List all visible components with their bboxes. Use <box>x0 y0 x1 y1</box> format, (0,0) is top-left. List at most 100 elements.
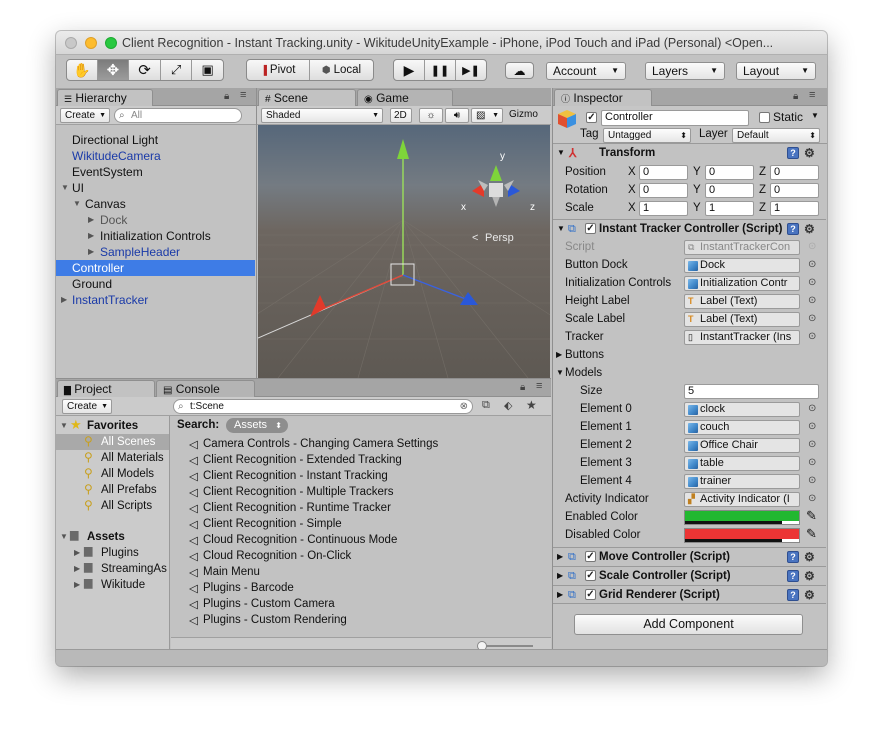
static-checkbox[interactable] <box>759 112 770 123</box>
2d-toggle-button[interactable]: 2D <box>390 108 412 123</box>
gear-icon[interactable]: ⚙ <box>804 589 815 601</box>
maximize-window-button[interactable] <box>105 37 117 49</box>
initialization-controls-field[interactable]: Initialization Contr <box>684 276 800 291</box>
component-enabled-checkbox[interactable]: ✓ <box>585 223 596 234</box>
pause-button[interactable]: ❚❚ <box>425 60 456 80</box>
expanded-triangle-icon[interactable]: ▼ <box>60 529 70 545</box>
add-component-button[interactable]: Add Component <box>574 614 803 635</box>
move-controller-header[interactable]: ▶ ⧉ ✓ Move Controller (Script) ? ⚙ <box>553 547 826 566</box>
collapsed-triangle-icon[interactable]: ▶ <box>74 561 84 577</box>
list-item[interactable]: ◁ Plugins - Custom Rendering <box>189 612 347 628</box>
active-checkbox[interactable]: ✓ <box>586 112 597 123</box>
hierarchy-item[interactable]: Dock <box>100 212 127 228</box>
scene-viewport[interactable]: y x z < Persp <box>258 125 550 378</box>
element-field[interactable]: table <box>684 456 800 471</box>
chevron-down-icon[interactable]: ▼ <box>811 111 819 120</box>
gear-icon[interactable]: ⚙ <box>804 147 815 159</box>
position-y-field[interactable]: 0 <box>705 165 754 180</box>
scale-label-field[interactable]: T Label (Text) <box>684 312 800 327</box>
models-size-field[interactable]: 5 <box>684 384 819 399</box>
gear-icon[interactable]: ⚙ <box>804 223 815 235</box>
object-name-input[interactable]: Controller <box>601 110 749 126</box>
tab-game[interactable]: ◉ Game <box>357 89 453 106</box>
tab-scene[interactable]: # Scene <box>258 89 356 106</box>
object-picker-icon[interactable]: ⊙ <box>808 402 816 416</box>
collapsed-triangle-icon[interactable]: ▶ <box>74 545 84 561</box>
eyedropper-icon[interactable]: ✎ <box>806 526 817 542</box>
lock-icon[interactable]: 🔒︎ <box>793 91 798 102</box>
tracker-controller-header[interactable]: ▼ ⧉ ✓ Instant Tracker Controller (Script… <box>553 219 826 238</box>
project-search-input[interactable]: ⌕ t:Scene ⊗ <box>173 399 473 414</box>
list-item[interactable]: ◁ Camera Controls - Changing Camera Setti… <box>189 436 438 452</box>
favorite-item-selected[interactable]: All Scenes <box>101 434 155 450</box>
tab-project[interactable]: ▇ Project <box>57 380 155 397</box>
lighting-toggle-button[interactable]: ☼ <box>419 108 443 123</box>
object-picker-icon[interactable]: ⊙ <box>808 276 816 290</box>
object-picker-icon[interactable]: ⊙ <box>808 456 816 470</box>
help-icon[interactable]: ? <box>787 570 799 582</box>
scale-controller-header[interactable]: ▶ ⧉ ✓ Scale Controller (Script) ? ⚙ <box>553 566 826 585</box>
help-icon[interactable]: ? <box>787 551 799 563</box>
list-item[interactable]: ◁ Plugins - Barcode <box>189 580 294 596</box>
rect-tool-button[interactable]: ▣ <box>192 60 223 80</box>
clear-search-icon[interactable]: ⊗ <box>460 400 468 413</box>
hierarchy-item-selected[interactable]: Controller <box>72 260 124 276</box>
element-field[interactable]: Office Chair <box>684 438 800 453</box>
hierarchy-item[interactable]: Initialization Controls <box>100 228 211 244</box>
hierarchy-item[interactable]: InstantTracker <box>72 292 148 308</box>
list-item[interactable]: ◁ Cloud Recognition - On-Click <box>189 548 351 564</box>
persp-label[interactable]: Persp <box>485 232 514 244</box>
object-picker-icon[interactable]: ⊙ <box>808 258 816 272</box>
hierarchy-search-input[interactable]: ⌕ All <box>114 108 242 123</box>
hand-tool-button[interactable]: ✋ <box>67 60 98 80</box>
component-enabled-checkbox[interactable]: ✓ <box>585 551 596 562</box>
panel-menu-icon[interactable]: ≡ <box>536 380 542 392</box>
help-icon[interactable]: ? <box>787 589 799 601</box>
eyedropper-icon[interactable]: ✎ <box>806 508 817 524</box>
favorite-item[interactable]: All Materials <box>101 450 164 466</box>
hierarchy-item[interactable]: WikitudeCamera <box>72 148 161 164</box>
layout-dropdown[interactable]: Layout ▼ <box>736 62 816 80</box>
collapsed-triangle-icon[interactable]: ▶ <box>88 212 98 228</box>
collapsed-triangle-icon[interactable]: ▶ <box>88 244 98 260</box>
object-picker-icon[interactable]: ⊙ <box>808 438 816 452</box>
component-enabled-checkbox[interactable]: ✓ <box>585 589 596 600</box>
favorite-item[interactable]: All Scripts <box>101 498 152 514</box>
close-window-button[interactable] <box>65 37 77 49</box>
layers-dropdown[interactable]: Layers ▼ <box>645 62 725 80</box>
scale-y-field[interactable]: 1 <box>705 201 754 216</box>
hierarchy-item[interactable]: SampleHeader <box>100 244 180 260</box>
asset-folder[interactable]: Plugins <box>101 545 139 561</box>
grid-renderer-header[interactable]: ▶ ⧉ ✓ Grid Renderer (Script) ? ⚙ <box>553 585 826 604</box>
tracker-field[interactable]: ▯ InstantTracker (Ins <box>684 330 800 345</box>
step-button[interactable]: ▶❚ <box>456 60 486 80</box>
expanded-triangle-icon[interactable]: ▼ <box>61 180 71 196</box>
audio-toggle-button[interactable]: 🔊︎ <box>445 108 469 123</box>
panel-menu-icon[interactable]: ≡ <box>240 89 246 101</box>
tab-console[interactable]: ▤ Console <box>156 380 255 397</box>
assets-scope-chip[interactable]: Assets ⬍ <box>226 418 288 433</box>
component-enabled-checkbox[interactable]: ✓ <box>585 570 596 581</box>
models-foldout[interactable]: Models <box>565 364 602 382</box>
assets-header[interactable]: Assets <box>87 529 125 545</box>
hierarchy-create-dropdown[interactable]: Create ▼ <box>60 108 110 123</box>
tab-hierarchy[interactable]: ☰ Hierarchy <box>57 89 153 106</box>
gizmos-dropdown[interactable]: Gizmo <box>509 109 538 120</box>
disabled-color-swatch[interactable] <box>684 528 800 543</box>
scale-tool-button[interactable]: ⤢ <box>161 60 193 80</box>
hierarchy-item[interactable]: Directional Light <box>72 132 158 148</box>
list-item[interactable]: ◁ Cloud Recognition - Continuous Mode <box>189 532 397 548</box>
position-z-field[interactable]: 0 <box>770 165 819 180</box>
tab-inspector[interactable]: ⓘ Inspector <box>554 89 652 106</box>
expanded-triangle-icon[interactable]: ▼ <box>556 368 564 377</box>
layer-dropdown[interactable]: Default ⬍ <box>732 128 820 143</box>
rotate-tool-button[interactable]: ⟳ <box>129 60 161 80</box>
panel-menu-icon[interactable]: ≡ <box>809 89 815 101</box>
filter-type-icon[interactable]: ⧉ <box>482 399 490 412</box>
hierarchy-item[interactable]: UI <box>72 180 84 196</box>
rotation-x-field[interactable]: 0 <box>639 183 688 198</box>
effects-dropdown[interactable]: ▨ ▼ <box>471 108 503 123</box>
pivot-button[interactable]: ▐ Pivot <box>247 60 311 80</box>
lock-icon[interactable]: 🔒︎ <box>520 382 525 393</box>
list-item[interactable]: ◁ Client Recognition - Multiple Trackers <box>189 484 393 500</box>
